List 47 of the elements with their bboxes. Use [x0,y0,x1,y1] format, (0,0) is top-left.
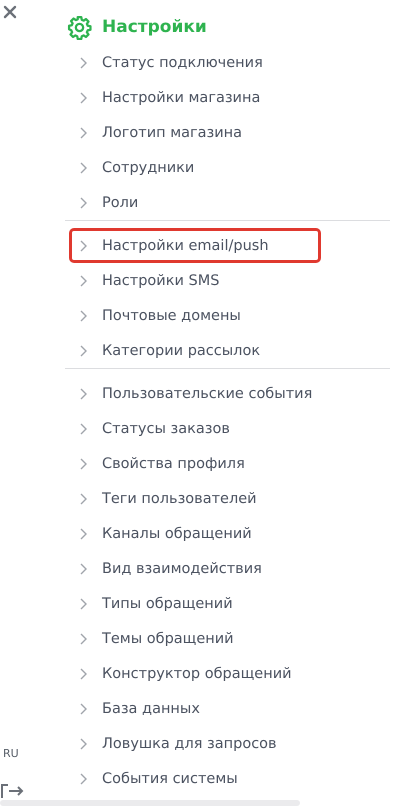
chevron-icon [79,738,88,750]
menu-item[interactable]: Почтовые домены [65,298,390,333]
menu-item[interactable]: Пользовательские события [65,376,390,411]
chevron-icon [79,458,88,470]
menu-item[interactable]: Статус подключения [65,45,416,80]
menu-item[interactable]: Каналы обращений [65,516,390,551]
gear-icon [67,14,92,40]
menu-item[interactable]: Роли [65,185,416,220]
menu-item[interactable]: Сотрудники [65,150,416,185]
menu-item[interactable]: Настройки email/push [69,228,321,263]
menu-item[interactable]: База данных [65,691,390,726]
language-label: RU [3,747,20,760]
menu-item[interactable]: Настройки SMS [65,263,390,298]
chevron-icon [79,310,88,322]
menu-item[interactable]: Статусы заказов [65,411,390,446]
chevron-icon [79,598,88,610]
logout-icon[interactable] [0,784,24,798]
chevron-icon [79,56,88,68]
chevron-icon [79,562,88,574]
menu-item[interactable]: Категории рассылок [65,333,390,368]
menu-item[interactable]: События системы [65,761,390,796]
menu-item[interactable]: Вид взаимодействия [65,551,390,586]
close-icon[interactable] [3,5,17,19]
chevron-icon [79,162,88,174]
menu-item[interactable]: Свойства профиля [65,446,390,481]
chevron-icon [79,274,88,286]
chevron-icon [79,92,88,104]
menu-item[interactable]: Конструктор обращений [65,656,390,691]
menu-item[interactable]: Темы обращений [65,621,390,656]
menu-item[interactable]: Типы обращений [65,586,390,621]
chevron-icon [79,492,88,504]
menu-item[interactable]: Ловушка для запросов [65,726,390,761]
chevron-icon [79,344,88,356]
chevron-icon [79,196,88,208]
chevron-icon [79,632,88,644]
menu-title: Настройки [102,17,207,37]
chevron-icon [79,668,88,680]
menu-item[interactable]: Логотип магазина [65,115,416,150]
chevron-icon [79,528,88,540]
chevron-icon [79,772,88,784]
chevron-icon [79,702,88,714]
menu-item[interactable]: Настройки магазина [65,80,416,115]
chevron-icon [79,422,88,434]
chevron-icon [79,388,88,400]
chevron-icon [79,126,88,138]
menu-item[interactable]: Теги пользователей [65,481,390,516]
chevron-icon [79,240,88,252]
